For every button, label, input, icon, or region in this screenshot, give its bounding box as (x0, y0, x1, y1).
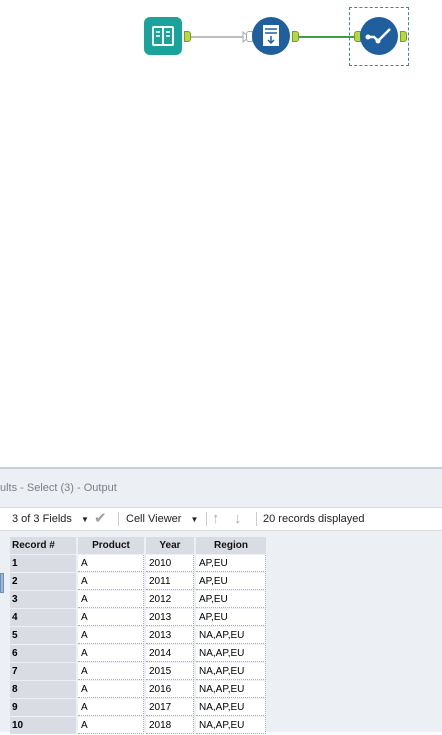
year-cell[interactable]: 2016 (146, 681, 194, 698)
cell-viewer-dropdown[interactable]: Cell Viewer ▼ (126, 508, 198, 530)
viewer-label: Cell Viewer (126, 513, 182, 525)
connection-line-2 (299, 36, 355, 38)
connection-line-1 (191, 30, 250, 44)
record-cell[interactable]: 5 (10, 627, 76, 644)
record-cell[interactable]: 7 (10, 663, 76, 680)
table-row[interactable]: 9 A 2017 NA,AP,EU (10, 699, 266, 716)
record-cell[interactable]: 9 (10, 699, 76, 716)
year-cell[interactable]: 2013 (146, 627, 194, 644)
column-header-product[interactable]: Product (78, 537, 144, 554)
product-cell[interactable]: A (78, 555, 144, 572)
apply-check-icon[interactable]: ✔ (94, 508, 107, 530)
product-cell[interactable]: A (78, 645, 144, 662)
results-panel: ults - Select (3) - Output 3 of 3 Fields… (0, 467, 442, 735)
table-row[interactable]: 10 A 2018 NA,AP,EU (10, 717, 266, 734)
region-cell[interactable]: AP,EU (196, 591, 266, 608)
record-cell[interactable]: 1 (10, 555, 76, 572)
year-cell[interactable]: 2015 (146, 663, 194, 680)
product-cell[interactable]: A (78, 663, 144, 680)
record-cell[interactable]: 6 (10, 645, 76, 662)
year-cell[interactable]: 2017 (146, 699, 194, 716)
year-cell[interactable]: 2012 (146, 591, 194, 608)
year-cell[interactable]: 2011 (146, 573, 194, 590)
region-cell[interactable]: NA,AP,EU (196, 663, 266, 680)
region-cell[interactable]: NA,AP,EU (196, 717, 266, 734)
region-cell[interactable]: NA,AP,EU (196, 627, 266, 644)
input-tool[interactable] (144, 17, 182, 55)
product-cell[interactable]: A (78, 699, 144, 716)
region-cell[interactable]: AP,EU (196, 573, 266, 590)
check-path-icon (365, 28, 391, 44)
fields-label: 3 of 3 Fields (12, 513, 72, 525)
side-tab[interactable] (0, 573, 4, 593)
region-cell[interactable]: NA,AP,EU (196, 645, 266, 662)
region-cell[interactable]: AP,EU (196, 555, 266, 572)
product-cell[interactable]: A (78, 681, 144, 698)
results-title: ults - Select (3) - Output (0, 482, 117, 494)
toolbar-divider (118, 512, 119, 526)
table-header-row: Record # Product Year Region (10, 537, 266, 554)
table-row[interactable]: 6 A 2014 NA,AP,EU (10, 645, 266, 662)
chevron-down-icon: ▼ (80, 515, 89, 524)
table-row[interactable]: 2 A 2011 AP,EU (10, 573, 266, 590)
record-cell[interactable]: 8 (10, 681, 76, 698)
input-tool-output-anchor[interactable] (184, 31, 191, 42)
toolbar-divider (256, 512, 257, 526)
table-row[interactable]: 8 A 2016 NA,AP,EU (10, 681, 266, 698)
chevron-down-icon: ▼ (190, 515, 199, 524)
table-row[interactable]: 4 A 2013 AP,EU (10, 609, 266, 626)
record-cell[interactable]: 10 (10, 717, 76, 734)
table-row[interactable]: 3 A 2012 AP,EU (10, 591, 266, 608)
select-tool-output-anchor[interactable] (400, 31, 407, 42)
record-cell[interactable]: 2 (10, 573, 76, 590)
text-tool-output-anchor[interactable] (292, 31, 299, 42)
region-cell[interactable]: AP,EU (196, 609, 266, 626)
record-cell[interactable]: 3 (10, 591, 76, 608)
product-cell[interactable]: A (78, 591, 144, 608)
form-download-icon (263, 25, 279, 46)
product-cell[interactable]: A (78, 717, 144, 734)
results-toolbar: 3 of 3 Fields ▼ ✔ Cell Viewer ▼ ↑ ↓ 20 r… (0, 507, 442, 531)
column-header-region[interactable]: Region (196, 537, 266, 554)
arrow-up-icon[interactable]: ↑ (212, 508, 220, 530)
product-cell[interactable]: A (78, 609, 144, 626)
product-cell[interactable]: A (78, 573, 144, 590)
region-cell[interactable]: NA,AP,EU (196, 699, 266, 716)
fields-dropdown[interactable]: 3 of 3 Fields ▼ (12, 508, 89, 530)
column-header-record[interactable]: Record # (10, 537, 76, 554)
toolbar-divider (206, 512, 207, 526)
records-count: 20 records displayed (263, 513, 365, 525)
text-to-columns-tool[interactable] (252, 17, 290, 55)
table-row[interactable]: 7 A 2015 NA,AP,EU (10, 663, 266, 680)
results-grid: Record # Product Year Region 1 A 2010 AP,EU… (8, 536, 268, 735)
arrow-down-icon[interactable]: ↓ (234, 508, 242, 530)
product-cell[interactable]: A (78, 627, 144, 644)
year-cell[interactable]: 2013 (146, 609, 194, 626)
year-cell[interactable]: 2010 (146, 555, 194, 572)
workflow-canvas[interactable] (0, 0, 442, 467)
year-cell[interactable]: 2018 (146, 717, 194, 734)
select-tool[interactable] (360, 17, 398, 55)
column-header-year[interactable]: Year (146, 537, 194, 554)
region-cell[interactable]: NA,AP,EU (196, 681, 266, 698)
record-cell[interactable]: 4 (10, 609, 76, 626)
table-row[interactable]: 5 A 2013 NA,AP,EU (10, 627, 266, 644)
book-icon (152, 26, 174, 46)
year-cell[interactable]: 2014 (146, 645, 194, 662)
table-row[interactable]: 1 A 2010 AP,EU (10, 555, 266, 572)
